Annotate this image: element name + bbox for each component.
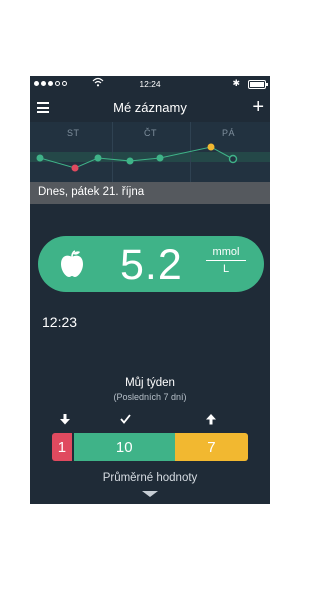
reading-time: 12:23	[42, 314, 78, 330]
reading-point[interactable]	[36, 154, 44, 162]
high-count-segment: 7	[174, 433, 248, 461]
date-label: Dnes, pátek 21. října	[38, 186, 145, 198]
reading-point[interactable]	[228, 154, 238, 164]
bluetooth-icon: ✱	[232, 78, 240, 88]
battery-icon	[248, 80, 268, 89]
page-title: Mé záznamy	[113, 100, 187, 115]
glucose-value: 5.2	[120, 241, 183, 289]
trend-polyline	[39, 146, 234, 169]
in-range-count-segment: 10	[71, 433, 175, 461]
week-summary-title: Můj týden	[125, 377, 175, 389]
latest-reading-card[interactable]: 5.2 mmol L	[38, 236, 264, 292]
reading-point[interactable]	[207, 143, 215, 151]
trend-line	[36, 143, 238, 172]
averages-label[interactable]: Průměrné hodnoty	[30, 472, 270, 484]
status-bar: 12:24 ✱	[30, 76, 270, 92]
add-entry-button[interactable]: +	[252, 96, 264, 118]
glucose-unit: mmol L	[206, 246, 246, 275]
reading-point[interactable]	[126, 157, 134, 165]
week-trend-chart[interactable]: ST ČT PÁ	[30, 122, 270, 182]
arrow-down-icon	[60, 414, 70, 425]
caret-down-icon[interactable]	[142, 491, 158, 497]
reading-point[interactable]	[71, 164, 79, 172]
arrow-up-icon	[206, 414, 216, 425]
unit-denominator: L	[222, 263, 230, 275]
apple-icon	[61, 250, 83, 277]
unit-numerator: mmol	[206, 246, 246, 261]
reading-point[interactable]	[156, 154, 164, 162]
low-count-segment: 1	[52, 433, 72, 461]
nav-bar: Mé záznamy +	[30, 94, 270, 122]
range-distribution-bar[interactable]: 1 10 7	[52, 433, 248, 461]
date-header: Dnes, pátek 21. října	[30, 182, 270, 204]
app-screen: 12:24 ✱ Mé záznamy + ST ČT PÁ Dnes, páte…	[30, 76, 270, 504]
check-icon	[120, 414, 131, 424]
reading-point[interactable]	[94, 154, 102, 162]
week-summary-subtitle: (Posledních 7 dní)	[113, 392, 187, 402]
